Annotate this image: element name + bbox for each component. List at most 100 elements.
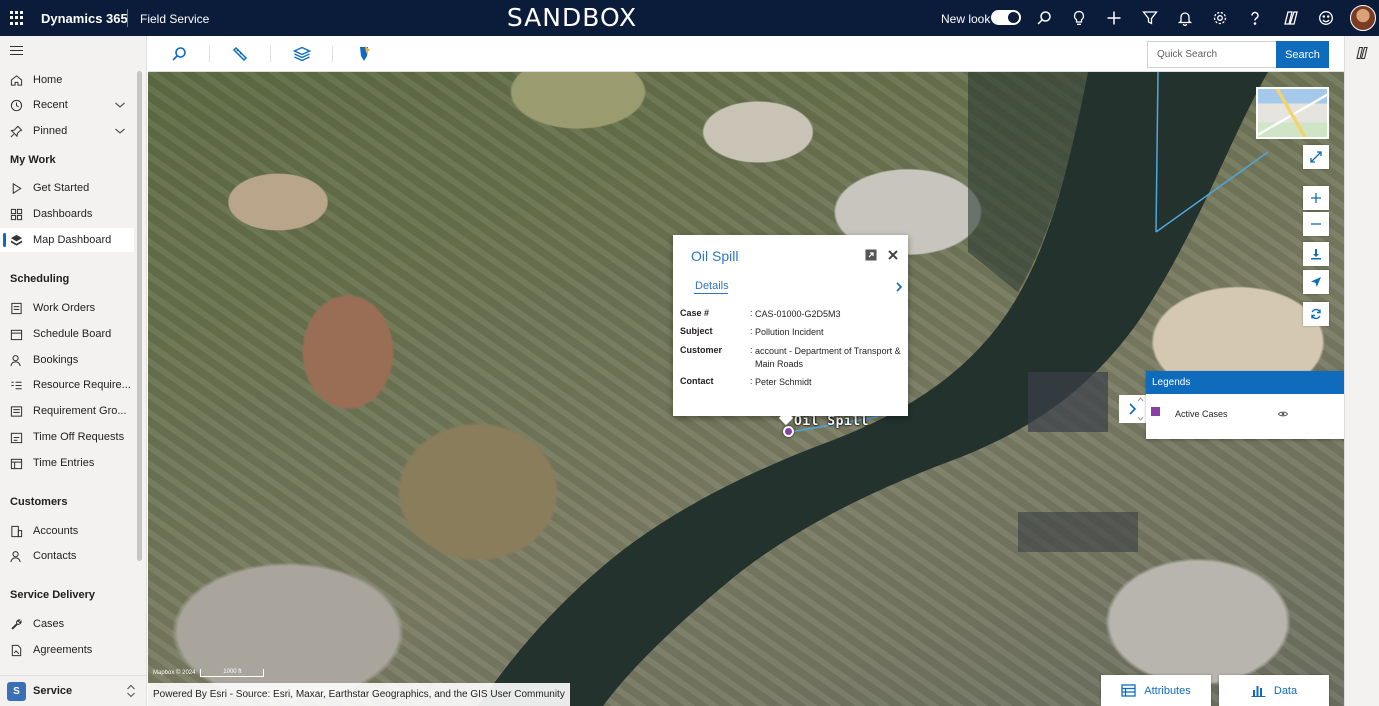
search-button[interactable]: Search xyxy=(1276,41,1329,68)
nav-item-schedule-board[interactable]: Schedule Board xyxy=(0,322,134,346)
nav-item-requirement-groups[interactable]: Requirement Gro... xyxy=(0,399,134,423)
filter-icon[interactable] xyxy=(1140,8,1160,28)
case-marker[interactable] xyxy=(783,426,794,437)
field-value[interactable]: Peter Schmidt xyxy=(755,376,905,389)
scale-distance: 1000 ft xyxy=(200,668,265,677)
nav-item-accounts[interactable]: Accounts xyxy=(0,519,134,543)
field-value[interactable]: account - Department of Transport & Main… xyxy=(755,345,905,371)
map-canvas[interactable]: Oil Spill Oil Spill Details Case #: CAS-… xyxy=(148,72,1344,706)
table-icon xyxy=(1121,684,1136,697)
zoom-out-button[interactable] xyxy=(1303,212,1329,236)
eye-icon[interactable] xyxy=(1278,410,1288,418)
nav-item-contacts[interactable]: Contacts xyxy=(0,544,134,568)
nav-item-resource-requirements[interactable]: Resource Require... xyxy=(0,373,134,397)
calendar-icon xyxy=(9,456,23,470)
nav-item-label: Bookings xyxy=(33,354,79,366)
tab-details[interactable]: Details xyxy=(695,280,729,292)
nav-item-time-off-requests[interactable]: Time Off Requests xyxy=(0,425,134,449)
avatar[interactable] xyxy=(1350,5,1376,31)
search-tool-icon[interactable] xyxy=(168,44,190,64)
list-icon xyxy=(9,378,23,392)
nav-item-time-entries[interactable]: Time Entries xyxy=(0,451,134,475)
field-colon: : xyxy=(750,326,753,336)
nav-item-get-started[interactable]: Get Started xyxy=(0,176,134,200)
nav-group-title: Scheduling xyxy=(10,273,70,285)
area-label: Service xyxy=(33,685,73,697)
gear-icon[interactable] xyxy=(1210,8,1230,28)
nav-item-label: Time Entries xyxy=(33,457,95,469)
zoom-in-button[interactable] xyxy=(1303,186,1329,210)
group-icon xyxy=(9,404,23,418)
lightbulb-icon[interactable] xyxy=(1069,8,1089,28)
nav-item-dashboards[interactable]: Dashboards xyxy=(0,202,134,226)
document-icon xyxy=(9,643,23,657)
top-bar: Dynamics 365 Field Service SANDBOX New l… xyxy=(0,0,1379,36)
close-icon[interactable] xyxy=(887,249,899,261)
calendar-icon xyxy=(9,327,23,341)
area-badge: S xyxy=(7,681,26,701)
legend-swatch xyxy=(1151,407,1160,416)
attributes-button[interactable]: Attributes xyxy=(1101,675,1211,706)
smiley-icon[interactable] xyxy=(1316,8,1336,28)
nav-item-label: Dashboards xyxy=(33,208,93,220)
toolbar-separator xyxy=(332,46,333,62)
nav-item-label: Time Off Requests xyxy=(33,431,125,443)
new-look-label: New look xyxy=(941,12,991,26)
home-icon xyxy=(9,73,23,87)
download-button[interactable] xyxy=(1303,242,1329,266)
copilot-icon[interactable] xyxy=(1355,46,1369,60)
scale-bar: Mapbox © 2024 1000 ft xyxy=(153,666,265,679)
quick-search-input[interactable] xyxy=(1147,41,1276,68)
plus-icon xyxy=(1311,193,1321,203)
search-icon[interactable] xyxy=(1034,8,1054,28)
wrench-icon xyxy=(9,617,23,631)
measure-tool-icon[interactable] xyxy=(229,44,251,64)
nav-item-work-orders[interactable]: Work Orders xyxy=(0,296,134,320)
environment-banner: SANDBOX xyxy=(506,3,638,32)
nav-item-label: Contacts xyxy=(33,550,77,562)
area-switcher[interactable]: S Service xyxy=(0,675,146,706)
app-name[interactable]: Field Service xyxy=(140,12,209,26)
field-value: CAS-01000-G2D5M3 xyxy=(755,309,841,319)
brand-name[interactable]: Dynamics 365 xyxy=(41,11,128,26)
nav-item-map-dashboard[interactable]: Map Dashboard xyxy=(0,228,134,252)
legend-scroll-icon[interactable] xyxy=(1136,395,1145,423)
layers-tool-icon[interactable] xyxy=(291,44,313,64)
nav-item-label: Map Dashboard xyxy=(33,234,112,246)
nav-item-recent[interactable]: Recent xyxy=(0,93,134,117)
bell-icon[interactable] xyxy=(1175,8,1195,28)
data-button[interactable]: Data xyxy=(1219,675,1329,706)
side-navigation: Home Recent Pinned My Work Get Started D… xyxy=(0,36,147,706)
overview-map[interactable] xyxy=(1256,87,1329,139)
nav-item-label: Pinned xyxy=(33,125,68,137)
plus-icon[interactable] xyxy=(1104,8,1124,28)
toolbar-separator xyxy=(270,46,271,62)
chevron-right-icon[interactable] xyxy=(895,282,903,292)
chevron-down-icon[interactable] xyxy=(114,99,126,111)
field-label: Subject xyxy=(680,326,713,336)
refresh-button[interactable] xyxy=(1303,302,1329,326)
hamburger-icon[interactable] xyxy=(10,46,23,56)
nav-item-bookings[interactable]: Bookings xyxy=(0,348,134,372)
open-record-icon[interactable] xyxy=(865,249,877,261)
field-label: Customer xyxy=(680,345,723,355)
play-icon xyxy=(9,181,23,195)
nav-item-agreements[interactable]: Agreements xyxy=(0,638,134,662)
bar-chart-icon xyxy=(1251,686,1266,697)
new-look-toggle[interactable] xyxy=(991,10,1021,25)
field-colon: : xyxy=(750,376,753,386)
fullscreen-button[interactable] xyxy=(1303,145,1329,169)
nav-item-pinned[interactable]: Pinned xyxy=(0,119,134,143)
nav-item-cases[interactable]: Cases xyxy=(0,612,134,636)
chevron-down-icon[interactable] xyxy=(114,125,126,137)
nav-item-home[interactable]: Home xyxy=(0,68,134,92)
nav-scrollbar[interactable] xyxy=(137,71,142,561)
locate-button[interactable] xyxy=(1303,270,1329,294)
copilot-icon[interactable] xyxy=(1281,8,1301,28)
legend-panel: Legends Active Cases xyxy=(1146,371,1344,439)
help-icon[interactable] xyxy=(1245,8,1265,28)
waffle-icon[interactable] xyxy=(10,11,24,25)
marker-tool-icon[interactable] xyxy=(353,44,375,64)
clock-icon xyxy=(9,98,23,112)
field-colon: : xyxy=(750,308,753,318)
